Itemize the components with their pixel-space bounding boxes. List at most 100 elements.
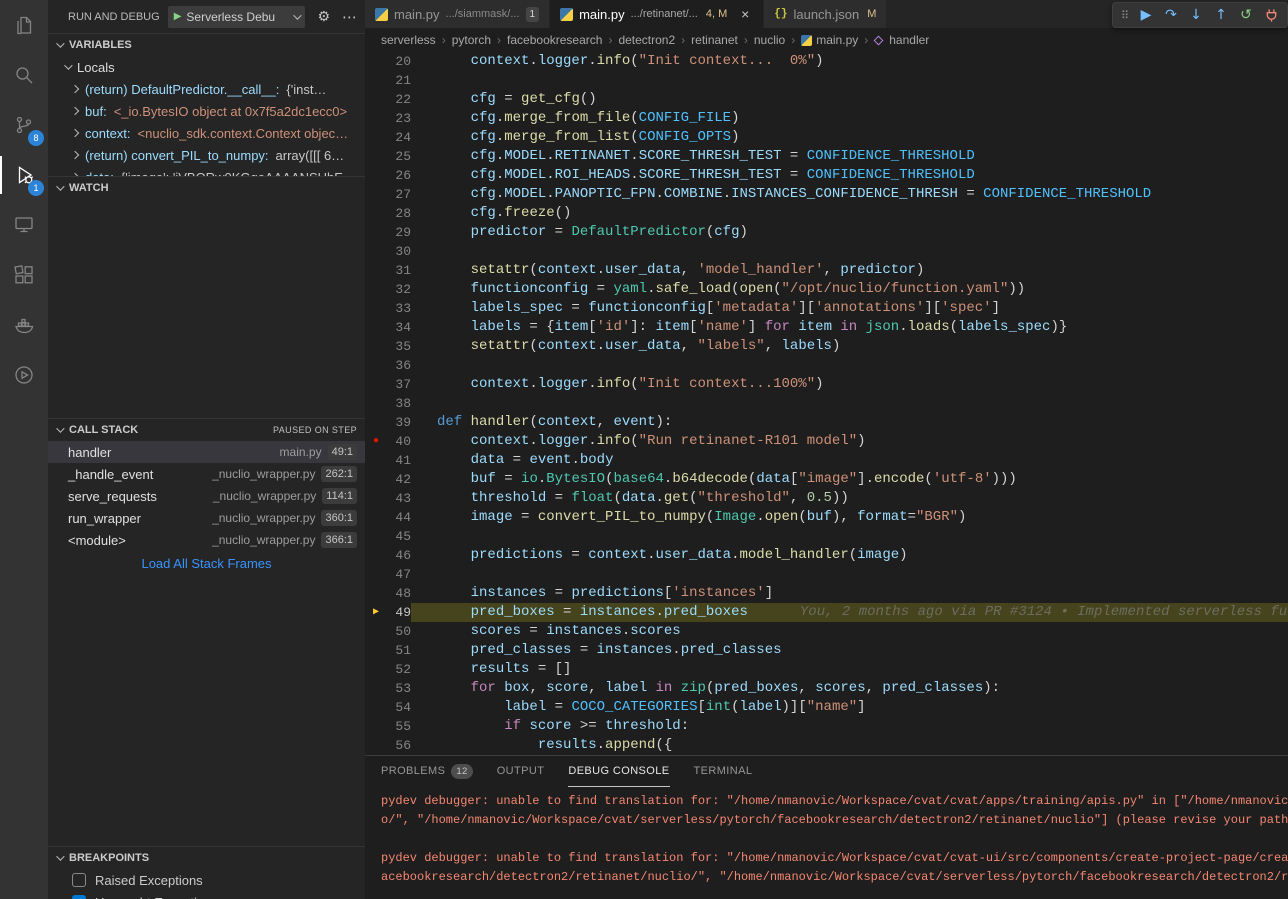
code-line-41[interactable]: 41 data = event.body [365, 451, 1288, 470]
code-line-44[interactable]: 44 image = convert_PIL_to_numpy(Image.op… [365, 508, 1288, 527]
breakpoints-section-header[interactable]: BREAKPOINTS [48, 847, 365, 869]
variable-row[interactable]: (return) convert_PIL_to_numpy: array([[[… [48, 144, 365, 166]
debug-console-output[interactable]: pydev debugger: unable to find translati… [365, 787, 1288, 899]
code-line-53[interactable]: 53 for box, score, label in zip(pred_box… [365, 679, 1288, 698]
stack-frame[interactable]: run_wrapper_nuclio_wrapper.py360:1 [48, 507, 365, 529]
line-number: 44 [387, 508, 411, 527]
editor-tab-launch.json[interactable]: {}launch.jsonM [764, 0, 887, 28]
code-line-40[interactable]: ●40 context.logger.info("Run retinanet-R… [365, 432, 1288, 451]
activity-run-and-debug[interactable]: 1 [0, 150, 48, 200]
line-number: 27 [387, 185, 411, 204]
panel-tab-output[interactable]: OUTPUT [497, 757, 545, 787]
variable-row[interactable]: (return) DefaultPredictor.__call__: {'in… [48, 78, 365, 100]
stack-frame[interactable]: serve_requests_nuclio_wrapper.py114:1 [48, 485, 365, 507]
breadcrumb-item[interactable]: nuclio [754, 33, 785, 47]
code-line-51[interactable]: 51 pred_classes = instances.pred_classes [365, 641, 1288, 660]
code-line-56[interactable]: 56 results.append({ [365, 736, 1288, 755]
line-number: 36 [387, 356, 411, 375]
code-line-52[interactable]: 52 results = [] [365, 660, 1288, 679]
callstack-section: CALL STACK PAUSED ON STEP handlermain.py… [48, 418, 365, 846]
step-over-icon[interactable]: ↷ [1160, 4, 1182, 26]
code-line-24[interactable]: 24 cfg.merge_from_list(CONFIG_OPTS) [365, 128, 1288, 147]
stack-frame[interactable]: handlermain.py49:1 [48, 441, 365, 463]
code-line-38[interactable]: 38 [365, 394, 1288, 413]
code-line-25[interactable]: 25 cfg.MODEL.RETINANET.SCORE_THRESH_TEST… [365, 147, 1288, 166]
callstack-section-header[interactable]: CALL STACK PAUSED ON STEP [48, 419, 365, 441]
activity-run-circle[interactable] [0, 350, 48, 400]
breadcrumb-item[interactable]: facebookresearch [507, 33, 602, 47]
code-line-35[interactable]: 35 setattr(context.user_data, "labels", … [365, 337, 1288, 356]
watch-section-header[interactable]: WATCH [48, 177, 365, 199]
variables-section-header[interactable]: VARIABLES [48, 34, 365, 56]
editor-tab-main.py[interactable]: main.py.../siammask/...1 [365, 0, 550, 28]
variables-scope-locals[interactable]: Locals [48, 56, 365, 78]
close-icon[interactable]: × [737, 6, 753, 22]
code-line-46[interactable]: 46 predictions = context.user_data.model… [365, 546, 1288, 565]
code-line-49[interactable]: ▶49 pred_boxes = instances.pred_boxesYou… [365, 603, 1288, 622]
editor-tab-main.py[interactable]: main.py.../retinanet/...4, M× [550, 0, 764, 28]
activity-explorer[interactable] [0, 0, 48, 50]
activity-remote-explorer[interactable] [0, 200, 48, 250]
breadcrumb-item[interactable]: handler [874, 33, 929, 47]
code-line-30[interactable]: 30 [365, 242, 1288, 261]
breakpoint-row[interactable]: Raised Exceptions [48, 869, 365, 891]
stack-frame[interactable]: <module>_nuclio_wrapper.py366:1 [48, 529, 365, 551]
checkbox[interactable]: ✓ [72, 895, 86, 899]
code-line-28[interactable]: 28 cfg.freeze() [365, 204, 1288, 223]
code-line-39[interactable]: 39def handler(context, event): [365, 413, 1288, 432]
code-line-47[interactable]: 47 [365, 565, 1288, 584]
code-line-42[interactable]: 42 buf = io.BytesIO(base64.b64decode(dat… [365, 470, 1288, 489]
panel-tab-problems[interactable]: PROBLEMS12 [381, 757, 473, 787]
code-line-50[interactable]: 50 scores = instances.scores [365, 622, 1288, 641]
stack-frame[interactable]: _handle_event_nuclio_wrapper.py262:1 [48, 463, 365, 485]
more-actions-icon[interactable]: ⋯ [342, 8, 357, 26]
activity-docker[interactable] [0, 300, 48, 350]
activity-source-control[interactable]: 8 [0, 100, 48, 150]
gear-icon[interactable]: ⚙ [317, 9, 330, 25]
step-out-icon[interactable]: ↑ [1210, 4, 1232, 26]
sidebar-title: RUN AND DEBUG [68, 11, 160, 23]
breadcrumb-item[interactable]: pytorch [452, 33, 491, 47]
panel-tab-terminal[interactable]: TERMINAL [694, 757, 753, 787]
code-line-55[interactable]: 55 if score >= threshold: [365, 717, 1288, 736]
breadcrumb-item[interactable]: serverless [381, 33, 436, 47]
code-line-33[interactable]: 33 labels_spec = functionconfig['metadat… [365, 299, 1288, 318]
activity-search[interactable] [0, 50, 48, 100]
breadcrumb-item[interactable]: retinanet [691, 33, 738, 47]
variable-row[interactable]: context: <nuclio_sdk.context.Context obj… [48, 122, 365, 144]
code-line-45[interactable]: 45 [365, 527, 1288, 546]
breakpoint-row[interactable]: ✓Uncaught Exceptions [48, 891, 365, 899]
step-into-icon[interactable]: ↓ [1185, 4, 1207, 26]
code-line-20[interactable]: 20 context.logger.info("Init context... … [365, 52, 1288, 71]
code-line-27[interactable]: 27 cfg.MODEL.PANOPTIC_FPN.COMBINE.INSTAN… [365, 185, 1288, 204]
restart-icon[interactable]: ↺ [1235, 4, 1257, 26]
code-line-31[interactable]: 31 setattr(context.user_data, 'model_han… [365, 261, 1288, 280]
code-editor[interactable]: 20 context.logger.info("Init context... … [365, 52, 1288, 755]
code-line-32[interactable]: 32 functionconfig = yaml.safe_load(open(… [365, 280, 1288, 299]
docker-icon [12, 313, 36, 337]
code-line-21[interactable]: 21 [365, 71, 1288, 90]
panel-tab-debug-console[interactable]: DEBUG CONSOLE [568, 757, 669, 787]
breadcrumb-item[interactable]: detectron2 [618, 33, 675, 47]
continue-icon[interactable]: ▶ [1135, 4, 1157, 26]
code-line-48[interactable]: 48 instances = predictions['instances'] [365, 584, 1288, 603]
code-line-22[interactable]: 22 cfg = get_cfg() [365, 90, 1288, 109]
code-line-36[interactable]: 36 [365, 356, 1288, 375]
code-line-29[interactable]: 29 predictor = DefaultPredictor(cfg) [365, 223, 1288, 242]
checkbox[interactable] [72, 873, 86, 887]
load-all-stack-frames-link[interactable]: Load All Stack Frames [48, 556, 365, 571]
debug-config-dropdown[interactable]: ▶ Serverless Debu [168, 6, 306, 28]
code-line-26[interactable]: 26 cfg.MODEL.ROI_HEADS.SCORE_THRESH_TEST… [365, 166, 1288, 185]
code-line-43[interactable]: 43 threshold = float(data.get("threshold… [365, 489, 1288, 508]
variable-row[interactable]: data: {'image': 'iVBORw0KGgoAAAANSUhE… [48, 166, 365, 176]
breadcrumb-item[interactable]: main.py [801, 33, 858, 47]
code-line-54[interactable]: 54 label = COCO_CATEGORIES[int(label)]["… [365, 698, 1288, 717]
breakpoint-dot[interactable]: ● [373, 432, 379, 451]
disconnect-icon[interactable] [1260, 4, 1282, 26]
activity-extensions[interactable] [0, 250, 48, 300]
variable-row[interactable]: buf: <_io.BytesIO object at 0x7f5a2dc1ec… [48, 100, 365, 122]
code-line-37[interactable]: 37 context.logger.info("Init context...1… [365, 375, 1288, 394]
start-debugging-icon[interactable]: ▶ [174, 11, 182, 22]
code-line-23[interactable]: 23 cfg.merge_from_file(CONFIG_FILE) [365, 109, 1288, 128]
code-line-34[interactable]: 34 labels = {item['id']: item['name'] fo… [365, 318, 1288, 337]
